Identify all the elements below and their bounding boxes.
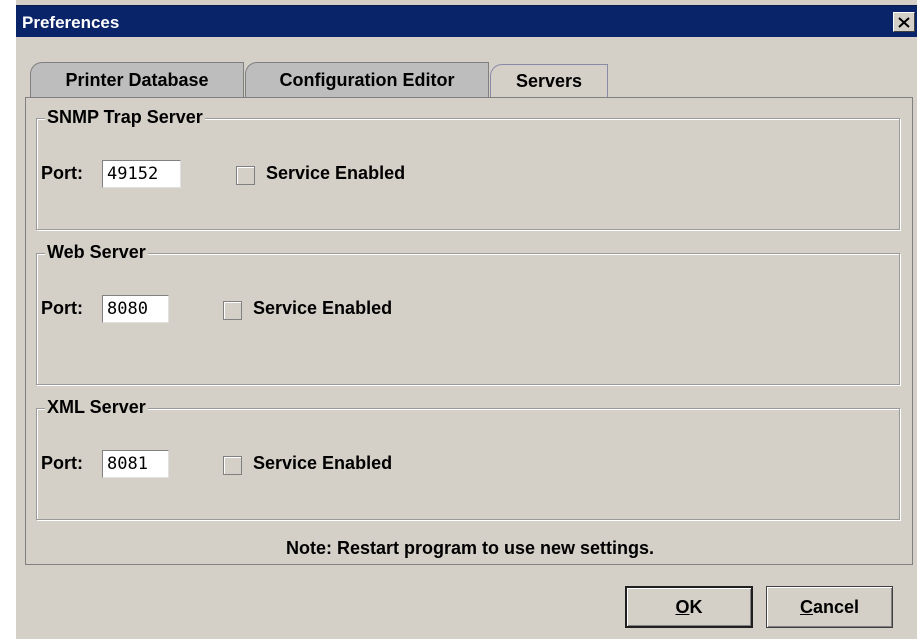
ok-mnemonic: O: [675, 596, 690, 617]
tab-label: Printer Database: [65, 69, 209, 90]
port-label: Port:: [41, 298, 83, 318]
tab-printer-database[interactable]: Printer Database: [30, 62, 244, 97]
port-label: Port:: [41, 453, 83, 473]
snmp-trap-server-group: SNMP Trap Server Port: 49152 Service Ena…: [36, 107, 900, 230]
snmp-service-enabled-checkbox[interactable]: [236, 166, 255, 185]
xml-service-enabled-label[interactable]: Service Enabled: [253, 453, 392, 474]
ok-button[interactable]: OK: [625, 586, 753, 628]
xml-port-input[interactable]: 8081: [102, 450, 169, 478]
close-x-icon: [898, 16, 910, 28]
xml-service-enabled-checkbox[interactable]: [223, 456, 242, 475]
cancel-button[interactable]: Cancel: [766, 586, 893, 628]
port-label: Port:: [41, 163, 83, 183]
tab-label: Servers: [515, 70, 583, 91]
snmp-port-input[interactable]: 49152: [102, 160, 181, 188]
tab-servers[interactable]: Servers: [490, 64, 608, 97]
close-button[interactable]: [893, 12, 915, 32]
restart-note: Note: Restart program to use new setting…: [285, 538, 655, 558]
group-title: SNMP Trap Server: [45, 107, 205, 128]
web-server-group: Web Server Port: 8080 Service Enabled: [36, 242, 900, 385]
window-title: Preferences: [22, 13, 120, 32]
ok-label-rest: K: [689, 596, 703, 617]
group-title: XML Server: [45, 397, 148, 418]
web-port-input[interactable]: 8080: [102, 295, 169, 323]
title-bar[interactable]: Preferences: [16, 5, 917, 37]
group-title: Web Server: [45, 242, 148, 263]
tab-configuration-editor[interactable]: Configuration Editor: [245, 62, 489, 97]
preferences-dialog: Preferences Printer Database Configurati…: [15, 0, 917, 639]
web-service-enabled-label[interactable]: Service Enabled: [253, 298, 392, 319]
snmp-service-enabled-label[interactable]: Service Enabled: [266, 163, 405, 184]
tab-label: Configuration Editor: [279, 69, 455, 90]
xml-server-group: XML Server Port: 8081 Service Enabled: [36, 397, 900, 520]
web-service-enabled-checkbox[interactable]: [223, 301, 242, 320]
cancel-mnemonic: C: [799, 596, 813, 617]
servers-panel: SNMP Trap Server Port: 49152 Service Ena…: [25, 97, 913, 565]
cancel-label-rest: ancel: [812, 596, 860, 617]
